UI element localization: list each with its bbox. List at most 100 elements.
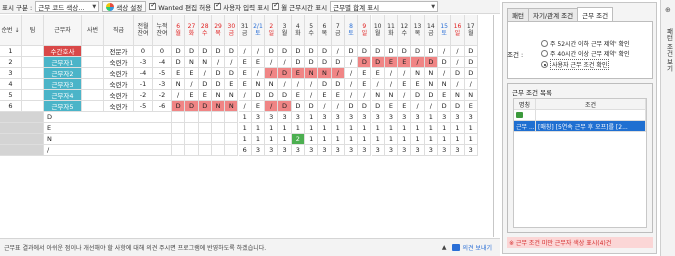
shift-cell[interactable]: D <box>424 57 438 68</box>
shift-cell[interactable]: D <box>371 101 385 112</box>
rank-cell[interactable]: 숙련가 <box>104 68 134 79</box>
shift-cell[interactable]: D <box>344 46 359 57</box>
shift-cell[interactable]: / <box>371 79 385 90</box>
rank-cell[interactable]: 숙련가 <box>104 79 134 90</box>
shift-cell[interactable]: / <box>238 90 252 101</box>
shift-cell[interactable]: N <box>438 79 452 90</box>
employee-id[interactable] <box>82 46 104 57</box>
rank-cell[interactable]: 전문가 <box>104 46 134 57</box>
shift-cell[interactable]: D <box>211 46 226 57</box>
day-header[interactable]: 10 월 <box>371 15 385 46</box>
day-header[interactable]: 8토 <box>344 15 359 46</box>
day-header[interactable]: 5수 <box>305 15 319 46</box>
shift-cell[interactable]: E <box>172 68 186 79</box>
day-header[interactable]: 30 금 <box>225 15 239 46</box>
side-strip[interactable]: ⊕ 패턴 조건 보기 <box>660 0 675 256</box>
shift-cell[interactable]: E <box>198 90 212 101</box>
rank-cell[interactable]: 숙련가 <box>104 90 134 101</box>
shift-cell[interactable]: D <box>278 46 292 57</box>
col-header[interactable]: 전월 잔여 <box>134 15 153 46</box>
shift-cell[interactable]: D <box>398 46 412 57</box>
shift-cell[interactable]: D <box>211 79 226 90</box>
shift-cell[interactable]: / <box>238 101 252 112</box>
pin-icon[interactable]: ⊕ <box>665 6 671 14</box>
shift-cell[interactable]: N <box>424 79 438 90</box>
worker-name[interactable]: 근무자5 <box>44 101 82 112</box>
shift-cell[interactable]: D <box>331 57 345 68</box>
day-header[interactable]: 14 금 <box>424 15 438 46</box>
shift-cell[interactable]: D <box>291 101 305 112</box>
shift-cell[interactable]: D <box>225 68 239 79</box>
col-header[interactable]: 팀 <box>22 15 44 46</box>
shift-cell[interactable]: / <box>344 57 359 68</box>
shift-cell[interactable]: N <box>211 101 226 112</box>
shift-cell[interactable]: E <box>185 90 199 101</box>
shift-cell[interactable]: N <box>305 68 319 79</box>
shift-cell[interactable]: E <box>398 57 412 68</box>
rank-cell[interactable]: 숙련가 <box>104 57 134 68</box>
shift-cell[interactable]: D <box>185 46 199 57</box>
col-header[interactable]: 직급 <box>104 15 134 46</box>
shift-cell[interactable]: D <box>358 57 372 68</box>
condition-add-row[interactable] <box>514 110 646 121</box>
shift-cell[interactable]: N <box>411 68 425 79</box>
day-header[interactable]: 31 금 <box>238 15 252 46</box>
shift-cell[interactable]: / <box>265 68 279 79</box>
day-header[interactable]: 27 화 <box>185 15 199 46</box>
shift-cell[interactable]: D <box>318 79 332 90</box>
shift-cell[interactable]: D <box>172 57 186 68</box>
shift-cell[interactable]: / <box>451 79 465 90</box>
shift-cell[interactable]: / <box>464 79 478 90</box>
summary-select[interactable]: 근무별 합계 표시 ▼ <box>330 1 439 12</box>
shift-cell[interactable]: D <box>198 79 212 90</box>
col-header[interactable]: 순번 ↓ <box>0 15 22 46</box>
team-cell[interactable] <box>22 57 44 68</box>
shift-cell[interactable]: D <box>198 101 212 112</box>
shift-cell[interactable]: E <box>384 57 399 68</box>
shift-cell[interactable]: D <box>211 68 226 79</box>
shift-cell[interactable]: D <box>464 46 478 57</box>
shift-cell[interactable]: D <box>291 57 305 68</box>
shift-cell[interactable]: N <box>424 68 438 79</box>
shift-cell[interactable]: / <box>451 57 465 68</box>
shift-cell[interactable]: / <box>211 57 226 68</box>
shift-cell[interactable]: D <box>358 101 372 112</box>
feedback-button[interactable]: 의견 보내기 <box>452 243 492 252</box>
shift-cell[interactable]: / <box>265 101 279 112</box>
shift-cell[interactable]: D <box>172 101 186 112</box>
shift-cell[interactable]: E <box>358 68 372 79</box>
day-header[interactable]: 12 수 <box>398 15 412 46</box>
shift-cell[interactable]: N <box>371 90 385 101</box>
display-select[interactable]: 근무 코드 색상... ▼ <box>35 1 100 12</box>
shift-cell[interactable]: E <box>464 101 478 112</box>
shift-cell[interactable]: / <box>344 90 359 101</box>
day-header[interactable]: 6목 <box>318 15 332 46</box>
shift-cell[interactable]: / <box>438 46 452 57</box>
col-header[interactable]: 근무자 <box>44 15 82 46</box>
add-row-icon[interactable] <box>516 112 523 118</box>
col-header[interactable]: 사번 <box>82 15 104 46</box>
shift-cell[interactable]: / <box>398 68 412 79</box>
worker-name[interactable]: 근무자4 <box>44 90 82 101</box>
monthly-hours-checkbox[interactable]: 월 근무시간 표시 <box>272 1 327 12</box>
shift-cell[interactable]: N <box>451 90 465 101</box>
shift-cell[interactable]: D <box>251 90 266 101</box>
shift-cell[interactable]: / <box>198 68 212 79</box>
shift-cell[interactable]: D <box>451 68 465 79</box>
shift-cell[interactable]: / <box>451 46 465 57</box>
day-header[interactable]: 17 월 <box>464 15 478 46</box>
day-header[interactable]: 2/1 토 <box>251 15 266 46</box>
shift-cell[interactable]: E <box>251 101 266 112</box>
shift-cell[interactable]: / <box>384 79 399 90</box>
shift-cell[interactable]: E <box>291 68 305 79</box>
shift-cell[interactable]: / <box>185 79 199 90</box>
employee-id[interactable] <box>82 101 104 112</box>
shift-cell[interactable]: D <box>464 57 478 68</box>
shift-cell[interactable]: / <box>251 46 266 57</box>
team-cell[interactable] <box>22 68 44 79</box>
shift-cell[interactable]: D <box>305 101 319 112</box>
shift-cell[interactable]: / <box>398 90 412 101</box>
shift-cell[interactable]: / <box>384 68 399 79</box>
shift-cell[interactable]: D <box>291 46 305 57</box>
shift-cell[interactable]: E <box>238 79 252 90</box>
